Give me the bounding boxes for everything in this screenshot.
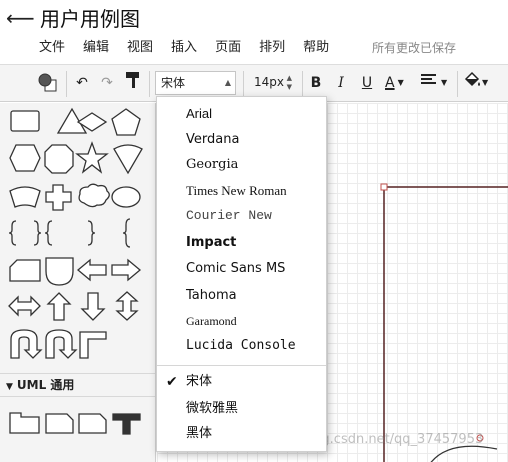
menu-insert[interactable]: 插入 — [162, 38, 206, 58]
font-option-verdana[interactable]: Verdana — [157, 128, 326, 152]
format-painter-icon[interactable] — [122, 71, 144, 95]
cloud-shape[interactable] — [78, 183, 110, 208]
right-arrow-shape[interactable] — [111, 258, 142, 282]
fill-color-icon[interactable]: ▼ — [463, 71, 493, 95]
bold-button[interactable]: B — [308, 71, 324, 95]
italic-button[interactable]: I — [333, 71, 349, 95]
chevron-down-icon: ▼ — [482, 78, 489, 87]
u-turn-arrow-shape[interactable] — [45, 329, 78, 359]
double-arrow-shape[interactable] — [8, 295, 41, 317]
text-tool-icon[interactable] — [112, 413, 141, 435]
font-option-songti[interactable]: ✔ 宋体 — [157, 370, 326, 394]
font-option-garamond[interactable]: Garamond — [157, 309, 326, 333]
hexagon-shape[interactable] — [9, 144, 41, 172]
menu-edit[interactable]: 编辑 — [74, 38, 118, 58]
star-shape[interactable] — [75, 141, 109, 174]
stepper-icon[interactable]: ▲ ▼ — [287, 74, 292, 92]
u-turn-arrow-shape[interactable] — [10, 329, 43, 359]
chevron-down-icon: ▼ — [441, 78, 448, 87]
font-option-courier-new[interactable]: Courier New — [157, 204, 326, 228]
font-option-georgia[interactable]: Georgia — [157, 153, 326, 177]
tape-shape[interactable] — [45, 257, 74, 286]
shape-library-panel: ▼ UML 通用 — [0, 103, 156, 462]
font-size-select[interactable]: 14px ▲ ▼ — [249, 71, 296, 95]
rectangle-shape[interactable] — [10, 110, 40, 132]
font-size-value: 14px — [254, 75, 284, 89]
font-option-tahoma[interactable]: Tahoma — [157, 284, 326, 308]
font-option-impact[interactable]: Impact — [157, 231, 326, 255]
card-shape[interactable] — [9, 259, 41, 282]
corner-shape[interactable] — [79, 331, 107, 359]
curly-brace-pair-shape[interactable] — [8, 220, 42, 246]
font-option-yahei[interactable]: 微软雅黑 — [157, 397, 326, 421]
font-option-lucida-console[interactable]: Lucida Console — [157, 334, 326, 358]
font-family-dropdown: Arial Verdana Georgia Times New Roman Co… — [156, 96, 327, 452]
menu-view[interactable]: 视图 — [118, 38, 162, 58]
trapezoid-shape[interactable] — [9, 186, 41, 208]
font-option-arial[interactable]: Arial — [157, 102, 326, 126]
chevron-down-icon: ▼ — [397, 78, 404, 87]
font-family-value: 宋体 — [161, 76, 186, 90]
font-color-letter: A — [385, 75, 395, 91]
undo-icon[interactable]: ↶ — [72, 71, 92, 95]
right-brace-shape[interactable] — [87, 220, 96, 246]
fill-shadow-icon[interactable] — [34, 71, 60, 95]
font-option-comic-sans[interactable]: Comic Sans MS — [157, 257, 326, 281]
font-option-heiti[interactable]: 黑体 — [157, 422, 326, 446]
font-option-label: 宋体 — [186, 374, 213, 389]
menu-page[interactable]: 页面 — [206, 38, 250, 58]
font-option-times-new-roman[interactable]: Times New Roman — [157, 179, 326, 203]
font-color-button[interactable]: A ▼ — [385, 71, 411, 95]
selected-shape[interactable] — [380, 183, 508, 462]
redo-icon[interactable]: ↷ — [97, 71, 117, 95]
uml-section-label: UML 通用 — [16, 378, 75, 392]
checkmark-icon: ✔ — [166, 374, 178, 390]
app-header: ⟵ 用户用例图 文件 编辑 视图 插入 页面 排列 帮助 所有更改已保存 — [0, 0, 508, 64]
menu-bar: 文件 编辑 视图 插入 页面 排列 帮助 — [30, 38, 338, 58]
left-arrow-shape[interactable] — [76, 258, 107, 282]
menu-file[interactable]: 文件 — [30, 38, 74, 58]
up-arrow-shape[interactable] — [46, 292, 72, 321]
collapse-triangle-icon: ▼ — [6, 382, 13, 392]
pentagon-shape[interactable] — [111, 108, 141, 136]
align-left-icon[interactable]: ▼ — [421, 71, 451, 95]
uml-section-header[interactable]: ▼ UML 通用 — [0, 373, 155, 397]
back-arrow-icon[interactable]: ⟵ — [6, 6, 35, 30]
dropdown-divider — [157, 365, 326, 366]
package-shape[interactable] — [9, 412, 40, 434]
diagram-title[interactable]: 用户用例图 — [40, 6, 140, 32]
left-brace-shape[interactable] — [44, 220, 53, 246]
note-shape[interactable] — [45, 413, 74, 434]
underline-button[interactable]: U — [359, 71, 375, 95]
folded-note-shape[interactable] — [78, 413, 107, 434]
cross-shape[interactable] — [45, 184, 72, 211]
ellipse-shape[interactable] — [111, 186, 141, 208]
menu-arrange[interactable]: 排列 — [250, 38, 294, 58]
octagon-shape[interactable] — [44, 144, 74, 174]
left-brace-shape[interactable] — [122, 218, 131, 248]
vertical-double-arrow-shape[interactable] — [115, 291, 139, 321]
chevron-down-icon: ▲ — [224, 78, 231, 87]
menu-help[interactable]: 帮助 — [294, 38, 338, 58]
down-arrow-shape[interactable] — [80, 292, 106, 321]
save-status-text: 所有更改已保存 — [372, 41, 457, 55]
font-family-select[interactable]: 宋体 ▲ — [155, 71, 236, 95]
pie-shape[interactable] — [113, 144, 143, 175]
